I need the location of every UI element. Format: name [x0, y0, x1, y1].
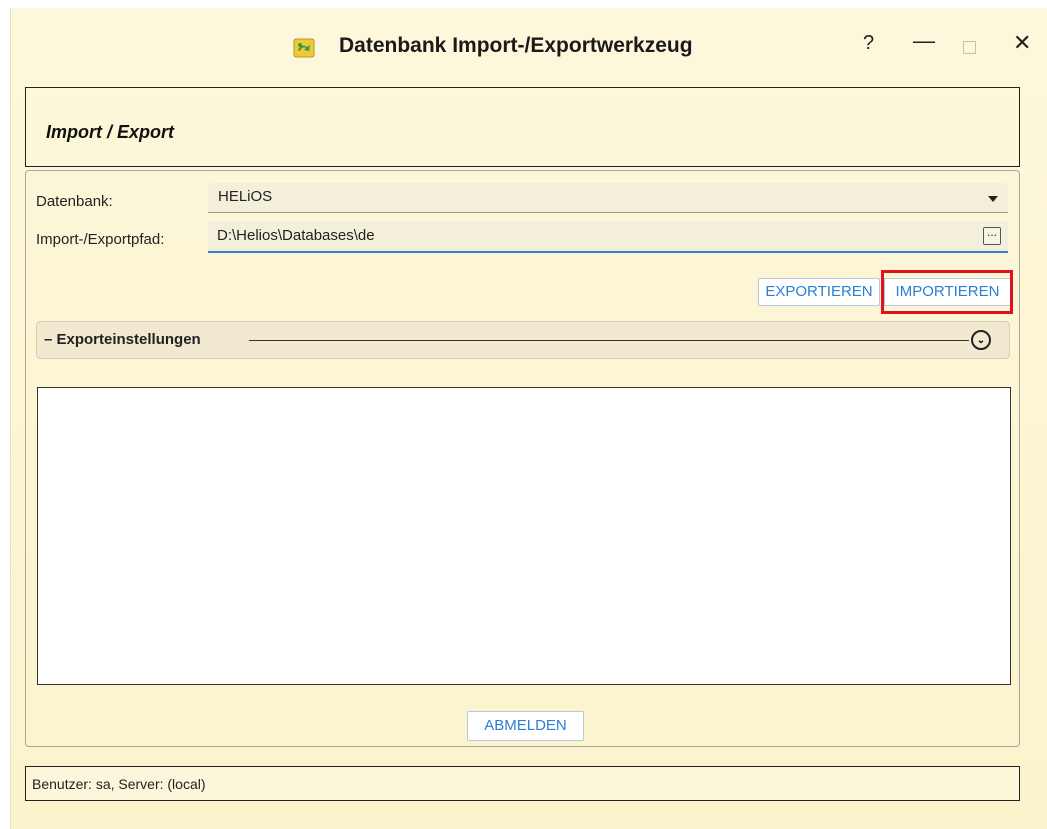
- dropdown-caret-icon: [988, 196, 998, 202]
- help-button[interactable]: ?: [863, 32, 874, 55]
- maximize-button[interactable]: [963, 41, 976, 54]
- window-title: Datenbank Import-/Exportwerkzeug: [339, 34, 693, 57]
- export-button[interactable]: EXPORTIEREN: [758, 278, 880, 306]
- settings-divider: [249, 340, 969, 341]
- expand-chevron-icon[interactable]: ⌄: [971, 330, 991, 350]
- path-label: Import-/Exportpfad:: [36, 231, 165, 248]
- minimize-button[interactable]: —: [913, 28, 935, 54]
- header-panel: Import / Export: [25, 87, 1020, 167]
- path-value: D:\Helios\Databases\de: [217, 227, 375, 244]
- title-bar: Datenbank Import-/Exportwerkzeug ? — ✕: [11, 8, 1047, 86]
- status-text: Benutzer: sa, Server: (local): [32, 776, 206, 792]
- export-settings-label: – Exporteinstellungen: [44, 331, 201, 348]
- logout-button[interactable]: ABMELDEN: [467, 711, 584, 741]
- database-tool-icon: [293, 38, 315, 58]
- browse-button[interactable]: ...: [983, 226, 1001, 245]
- database-value: HELiOS: [218, 188, 273, 205]
- main-panel: Datenbank: HELiOS Import-/Exportpfad: D:…: [25, 170, 1020, 747]
- import-button[interactable]: IMPORTIEREN: [884, 278, 1011, 306]
- path-input[interactable]: D:\Helios\Databases\de ...: [208, 221, 1008, 253]
- database-label: Datenbank:: [36, 193, 113, 210]
- database-select[interactable]: HELiOS: [208, 183, 1008, 213]
- export-settings-expander[interactable]: – Exporteinstellungen ⌄: [36, 321, 1010, 359]
- log-output-area[interactable]: [37, 387, 1011, 685]
- status-bar: Benutzer: sa, Server: (local): [25, 766, 1020, 801]
- close-button[interactable]: ✕: [1013, 30, 1031, 56]
- page-title: Import / Export: [46, 122, 175, 142]
